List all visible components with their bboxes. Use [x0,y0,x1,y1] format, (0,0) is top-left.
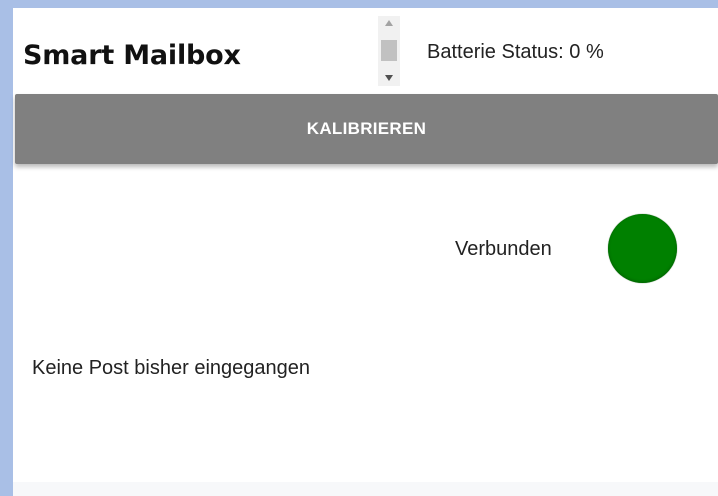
battery-status: Batterie Status: 0 % [427,41,604,63]
mail-status-text: Keine Post bisher eingegangen [32,357,310,379]
connection-status-indicator-icon [608,214,677,283]
app-panel: Smart Mailbox Batterie Status: 0 % KALIB… [13,8,718,496]
scroll-thumb[interactable] [381,40,397,61]
connection-status-label: Verbunden [455,238,552,260]
scroll-down-arrow-icon[interactable] [385,75,393,81]
battery-scrollbar[interactable] [378,16,400,86]
calibrate-button[interactable]: KALIBRIEREN [15,94,718,164]
calibrate-button-label: KALIBRIEREN [306,119,427,138]
footer-strip [13,482,718,496]
scroll-up-arrow-icon[interactable] [385,20,393,26]
app-title: Smart Mailbox [23,40,241,71]
